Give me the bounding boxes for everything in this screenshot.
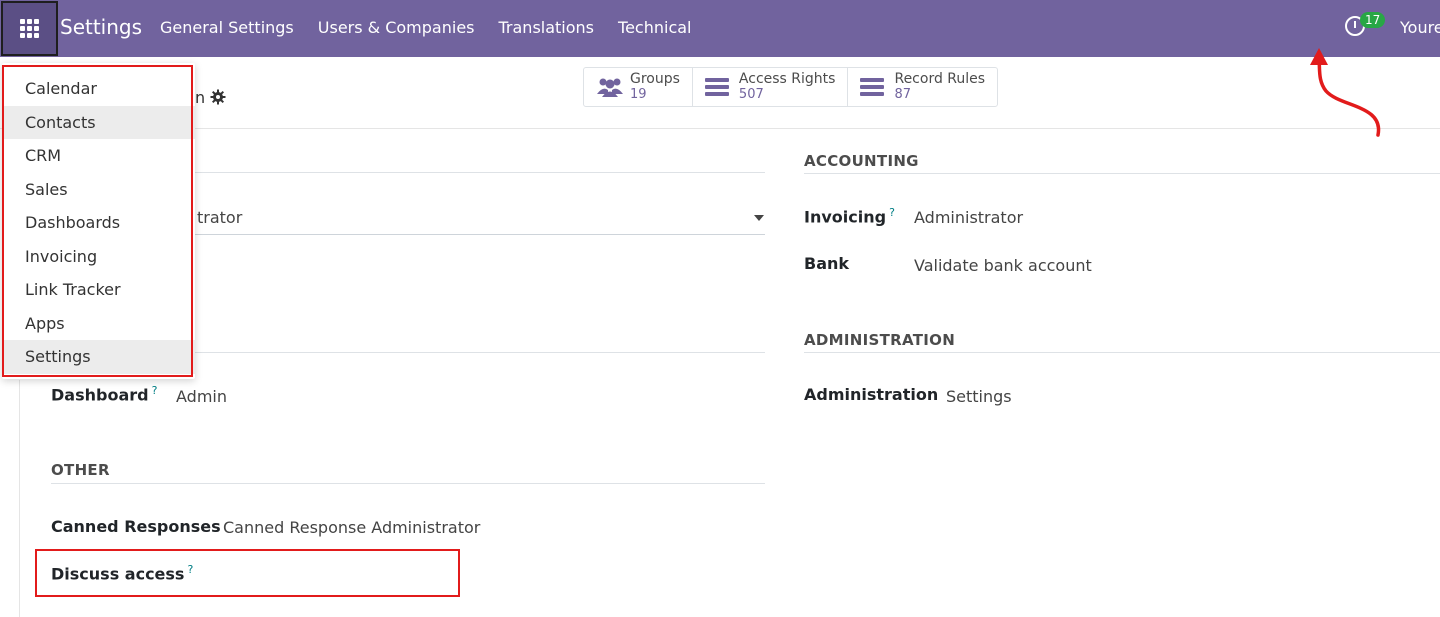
section-divider [195, 352, 765, 353]
access-rights-count: 507 [738, 87, 764, 102]
nav-technical[interactable]: Technical [618, 18, 691, 37]
help-icon[interactable]: ? [889, 206, 895, 219]
page-title: n [195, 88, 206, 107]
canned-responses-value[interactable]: Canned Response Administrator [223, 518, 480, 537]
caret-down-icon[interactable] [754, 215, 764, 221]
apps-menu-button[interactable] [1, 1, 58, 56]
gear-icon[interactable] [210, 89, 226, 105]
invoicing-value[interactable]: Administrator [914, 208, 1023, 227]
groups-button[interactable]: Groups 19 [584, 68, 693, 106]
annotation-box-discuss-access [35, 549, 460, 597]
groups-count: 19 [630, 87, 647, 102]
nav-translations[interactable]: Translations [499, 18, 595, 37]
record-rules-count: 87 [894, 87, 912, 102]
access-rights-label: Access Rights [738, 71, 836, 87]
record-rules-label: Record Rules [894, 71, 986, 87]
dashboard-value[interactable]: Admin [176, 387, 227, 406]
annotation-box-apps-menu [2, 65, 193, 377]
brand-title[interactable]: Settings [60, 15, 142, 39]
section-divider [804, 352, 1440, 353]
administration-label: Administration [804, 385, 939, 404]
canned-responses-label: Canned Responses [51, 517, 221, 536]
section-divider [195, 172, 765, 173]
users-icon [596, 76, 624, 98]
smart-buttons: Groups 19 Access Rights 507 Record Rules… [583, 67, 999, 107]
list-icon [860, 76, 888, 98]
section-divider [804, 173, 1440, 174]
administration-section-title: ADMINISTRATION [804, 331, 956, 349]
other-section-title: OTHER [51, 461, 110, 479]
record-rules-button[interactable]: Record Rules 87 [848, 68, 997, 106]
invoicing-label: Invoicing? [804, 206, 895, 227]
top-navbar: Settings General Settings Users & Compan… [0, 0, 1440, 57]
nav-menu: General Settings Users & Companies Trans… [160, 18, 691, 37]
help-icon[interactable]: ? [152, 384, 158, 397]
access-rights-button[interactable]: Access Rights 507 [693, 68, 849, 106]
activity-count-badge: 17 [1360, 12, 1386, 28]
role-select[interactable]: trator [197, 208, 242, 227]
grid-icon [20, 19, 39, 38]
header-divider [0, 128, 1440, 129]
accounting-section-title: ACCOUNTING [804, 152, 919, 170]
annotation-arrow-icon [1310, 48, 1381, 137]
bank-value[interactable]: Validate bank account [914, 256, 1092, 275]
section-divider [51, 483, 765, 484]
bank-label: Bank [804, 254, 850, 273]
groups-label: Groups [630, 71, 680, 87]
nav-users-companies[interactable]: Users & Companies [318, 18, 475, 37]
nav-general-settings[interactable]: General Settings [160, 18, 294, 37]
user-menu[interactable]: Youre [1400, 18, 1440, 37]
sheet-border [19, 380, 20, 617]
list-icon [704, 76, 733, 98]
dashboard-label: Dashboard? [51, 384, 158, 405]
select-underline [195, 234, 765, 235]
administration-value[interactable]: Settings [946, 387, 1012, 406]
